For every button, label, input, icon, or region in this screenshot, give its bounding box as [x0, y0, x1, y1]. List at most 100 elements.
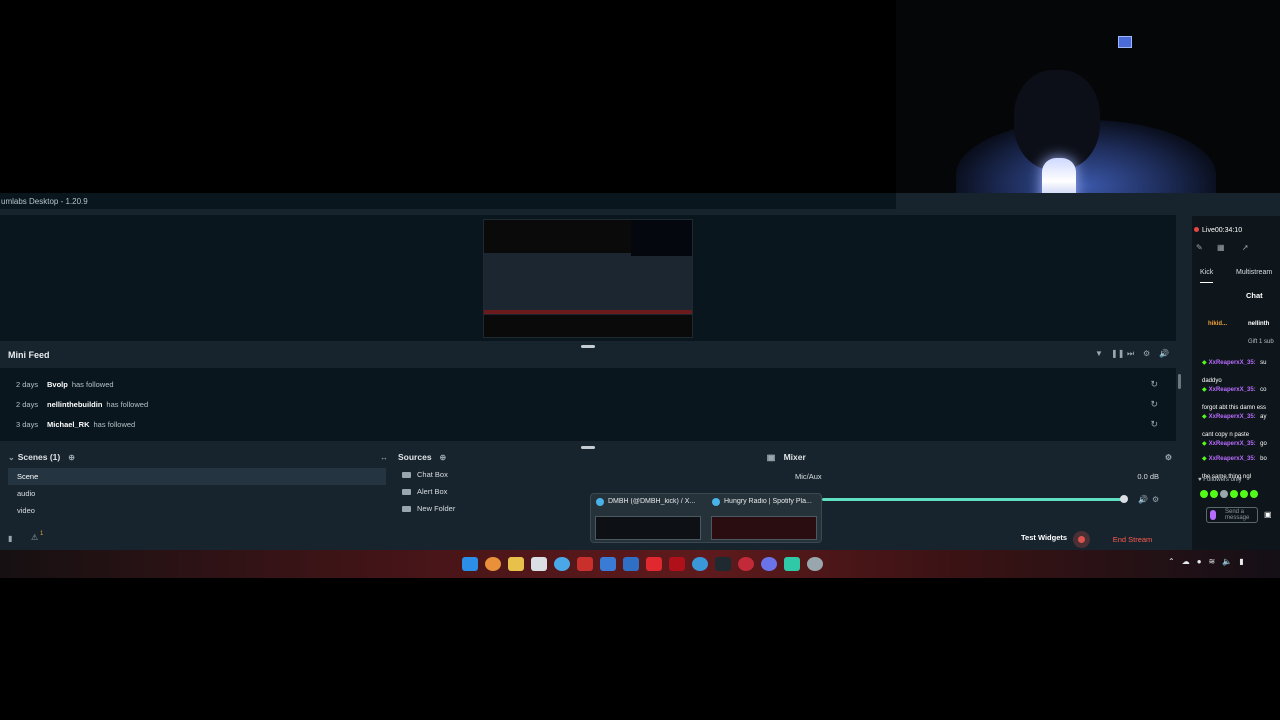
chat-username[interactable]: XxReaperxX_35:: [1209, 456, 1256, 462]
channel-settings-icon[interactable]: ⚙: [1152, 495, 1159, 504]
battery-icon[interactable]: ▮: [1239, 557, 1243, 566]
feed-user[interactable]: Bvolp: [47, 380, 68, 389]
thumbnail-preview: [711, 516, 817, 540]
calculator-icon[interactable]: [531, 557, 547, 571]
webcam-overlay: [896, 0, 1280, 216]
mixer-channel: Mic/Aux 0.0 dB 🔊 ⚙: [786, 469, 1172, 519]
chat-username[interactable]: XxReaperxX_35:: [1209, 360, 1256, 366]
performance-icon[interactable]: ▮: [8, 534, 12, 543]
netflix-icon[interactable]: [669, 557, 685, 571]
replay-icon[interactable]: ↻: [1150, 399, 1158, 410]
chat-text-tail: ay: [1260, 414, 1267, 420]
volume-slider[interactable]: [822, 498, 1124, 501]
tab-kick[interactable]: Kick: [1200, 269, 1214, 283]
pause-icon[interactable]: ❚❚: [1111, 349, 1124, 358]
feed-user[interactable]: nellinthebuildin: [47, 400, 102, 409]
browser-icon[interactable]: [554, 557, 570, 571]
settings-icon[interactable]: [807, 557, 823, 571]
streamlabs-icon[interactable]: [784, 557, 800, 571]
mixer-title: Mixer: [783, 452, 806, 462]
emote-icon[interactable]: [1250, 490, 1258, 498]
volume-icon[interactable]: 🔊: [1159, 349, 1169, 358]
live-dot: [1194, 227, 1199, 232]
mail-icon[interactable]: [623, 557, 639, 571]
record-icon: [1078, 536, 1085, 543]
save-icon[interactable]: ▦: [1217, 243, 1225, 252]
file-explorer-icon[interactable]: [508, 557, 524, 571]
emote-icon[interactable]: [1210, 490, 1218, 498]
scene-item[interactable]: audio: [8, 485, 386, 502]
replay-icon[interactable]: ↻: [1150, 379, 1158, 390]
live-time: 00:34:10: [1214, 227, 1243, 234]
thumbnail-title: DMBH (@DMBH_kick) / X...: [608, 498, 696, 505]
volume-tray-icon[interactable]: 🔈: [1222, 557, 1232, 566]
settings-icon[interactable]: ⚙: [1143, 349, 1150, 358]
cloud-icon[interactable]: ☁: [1182, 557, 1190, 566]
alert-count: 1: [40, 531, 44, 537]
mixer-settings-icon[interactable]: ⚙: [1165, 453, 1172, 462]
gift-icon[interactable]: ▣: [1264, 510, 1272, 519]
edge-icon[interactable]: [600, 557, 616, 571]
add-source-icon[interactable]: ⊕: [440, 453, 447, 462]
chat-text-tail: co: [1260, 387, 1267, 393]
stream-preview[interactable]: [483, 219, 693, 338]
chrome-icon[interactable]: [485, 557, 501, 571]
feed-user[interactable]: Michael_RK: [47, 420, 90, 429]
thumbnail-window[interactable]: Hungry Radio | Spotify Pla...: [707, 494, 819, 542]
windows-start-icon[interactable]: [462, 557, 478, 571]
stream-side-panel: Live00:34:10 ✎ ▦ ➚ Kick Multistream Chat…: [1192, 216, 1280, 550]
source-label: Chat Box: [417, 470, 448, 479]
alert-icon[interactable]: ⚠: [31, 533, 38, 542]
share-icon[interactable]: ➚: [1242, 243, 1249, 252]
thumbnail-window[interactable]: DMBH (@DMBH_kick) / X...: [591, 494, 703, 542]
pinned-user[interactable]: hikid...: [1208, 321, 1227, 327]
mic-icon[interactable]: [1210, 510, 1216, 520]
edit-icon[interactable]: ✎: [1196, 243, 1203, 252]
scene-item[interactable]: Scene: [8, 468, 386, 485]
volume-slider-knob[interactable]: [1120, 495, 1128, 503]
replay-icon[interactable]: ↻: [1150, 419, 1158, 430]
source-label: Alert Box: [417, 487, 448, 496]
shield-icon[interactable]: [577, 557, 593, 571]
chat-username[interactable]: XxReaperxX_35:: [1209, 387, 1256, 393]
feed-action: has followed: [106, 399, 149, 409]
feed-row: 2 days Bvolp has followed ↻: [0, 374, 1170, 394]
badge-icon: ◆: [1202, 360, 1207, 366]
scene-item[interactable]: video: [8, 502, 386, 519]
capcut-icon[interactable]: [715, 557, 731, 571]
opera-icon[interactable]: [738, 557, 754, 571]
chat-username[interactable]: XxReaperxX_35:: [1209, 414, 1256, 420]
tab-multistream[interactable]: Multistream: [1236, 269, 1272, 276]
mute-icon[interactable]: 🔊: [1138, 495, 1148, 504]
test-widgets-button[interactable]: Test Widgets: [1021, 533, 1067, 542]
scene-transition-icon[interactable]: ↔: [380, 453, 388, 462]
record-button[interactable]: [1073, 531, 1090, 548]
edge-icon: [596, 498, 604, 506]
chevron-up-icon[interactable]: ⌃: [1168, 557, 1175, 566]
followers-only-text: Followers only: [1203, 477, 1242, 483]
live-label: Live: [1202, 227, 1215, 234]
source-item[interactable]: Chat Box: [398, 466, 774, 483]
pinned-user-2[interactable]: nellinth: [1248, 321, 1269, 327]
emote-icon[interactable]: [1240, 490, 1248, 498]
mini-feed-header: Mini Feed ▼ ❚❚ ⏭ ⚙ 🔊: [0, 345, 1176, 365]
folder-icon[interactable]: ▣: [768, 453, 776, 462]
sources-header: Sources ⊕ ▣: [398, 449, 774, 465]
mic-tray-icon[interactable]: ●: [1197, 557, 1202, 566]
feed-age: 2 days: [16, 379, 39, 389]
filter-icon[interactable]: ▼: [1095, 349, 1103, 358]
feed-scrollbar[interactable]: [1178, 374, 1181, 389]
collapse-icon[interactable]: ⌄: [8, 453, 15, 462]
emote-icon[interactable]: [1200, 490, 1208, 498]
discord-icon[interactable]: [761, 557, 777, 571]
add-scene-icon[interactable]: ⊕: [68, 453, 75, 462]
emote-icon[interactable]: [1220, 490, 1228, 498]
skip-icon[interactable]: ⏭: [1127, 349, 1134, 359]
end-stream-button[interactable]: End Stream: [1099, 530, 1166, 548]
network-icon[interactable]: ≋: [1209, 557, 1216, 566]
edge-active-icon[interactable]: [692, 557, 708, 571]
youtube-icon[interactable]: [646, 557, 662, 571]
mini-feed-list: 2 days Bvolp has followed ↻ 2 days nelli…: [0, 368, 1176, 441]
chat-input-placeholder: Send a message: [1225, 509, 1250, 521]
emote-icon[interactable]: [1230, 490, 1238, 498]
